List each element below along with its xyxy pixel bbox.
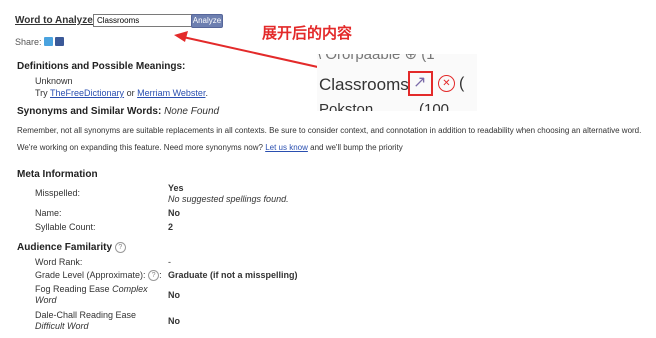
- grade-level-value: Graduate (if not a misspelling): [168, 270, 298, 280]
- misspelled-note: No suggested spellings found.: [168, 194, 289, 204]
- word-rank-label: Word Rank:: [35, 257, 83, 267]
- help-icon[interactable]: ?: [114, 242, 126, 253]
- definitions-title: Definitions and Possible Meanings:: [17, 61, 186, 72]
- misspelled-label: Misspelled:: [35, 188, 81, 198]
- name-value: No: [168, 208, 180, 218]
- syllable-label: Syllable Count:: [35, 222, 96, 232]
- zoom-bottom-suffix: (100: [419, 101, 450, 111]
- grade-level-line: Grade Level (Approximate): ?:: [35, 270, 162, 281]
- synonyms-note-2: We're working on expanding this feature.…: [17, 143, 403, 152]
- dale-chall-value: No: [168, 316, 180, 326]
- try-prefix: Try: [35, 88, 48, 98]
- annotation-text: 展开后的内容: [262, 24, 353, 42]
- zoom-top-fragment: \ Ororpaable ⊕ (1: [317, 54, 435, 63]
- fog-label: Fog Reading Ease Complex Word: [35, 284, 148, 306]
- fog-label-text: Fog Reading Ease: [35, 284, 110, 294]
- zoom-inset: \ Ororpaable ⊕ (1 Classrooms ↗ ✕ ( Pokst…: [317, 54, 477, 111]
- definitions-unknown: Unknown: [35, 76, 73, 86]
- fog-complex: Complex: [112, 284, 148, 294]
- dale-label-text: Dale-Chall Reading Ease: [35, 310, 137, 320]
- synonyms-none: None Found: [164, 106, 220, 117]
- meta-title: Meta Information: [17, 169, 98, 180]
- help-icon[interactable]: ?: [148, 270, 160, 281]
- zoom-main-word: Classrooms: [319, 75, 409, 94]
- name-label: Name:: [35, 208, 62, 218]
- note-2-prefix: We're working on expanding this feature.…: [17, 143, 263, 152]
- audience-title-line: Audience Familarity ?: [17, 242, 126, 253]
- remove-icon: ✕: [438, 75, 455, 92]
- grade-level-label: Grade Level (Approximate):: [35, 270, 146, 280]
- highlight-box: ↗: [408, 71, 433, 96]
- merriam-webster-link[interactable]: Merriam Webster: [137, 88, 205, 98]
- let-us-know-link[interactable]: Let us know: [265, 143, 308, 152]
- word-rank-value: -: [168, 257, 171, 267]
- synonyms-note-1: Remember, not all synonyms are suitable …: [17, 126, 642, 135]
- definitions-try-line: Try TheFreeDictionary or Merriam Webster…: [35, 88, 208, 98]
- fog-value: No: [168, 290, 180, 300]
- zoom-paren: (: [459, 75, 465, 92]
- period-text: .: [205, 88, 208, 98]
- freedictionary-link[interactable]: TheFreeDictionary: [50, 88, 124, 98]
- misspelled-value: Yes: [168, 183, 184, 193]
- fog-word: Word: [35, 295, 57, 305]
- edit-icon: ↗: [413, 74, 427, 91]
- note-2-suffix: and we'll bump the priority: [310, 143, 403, 152]
- synonyms-line: Synonyms and Similar Words: None Found: [17, 106, 219, 117]
- zoom-bottom-fragment: Pokston: [319, 101, 374, 111]
- dale-chall-label: Dale-Chall Reading Ease Difficult Word: [35, 310, 136, 332]
- dale-difficult-word: Difficult Word: [35, 321, 89, 331]
- audience-title: Audience Familarity: [17, 242, 113, 253]
- or-text: or: [126, 88, 135, 98]
- syllable-value: 2: [168, 222, 174, 232]
- synonyms-title: Synonyms and Similar Words:: [17, 106, 162, 117]
